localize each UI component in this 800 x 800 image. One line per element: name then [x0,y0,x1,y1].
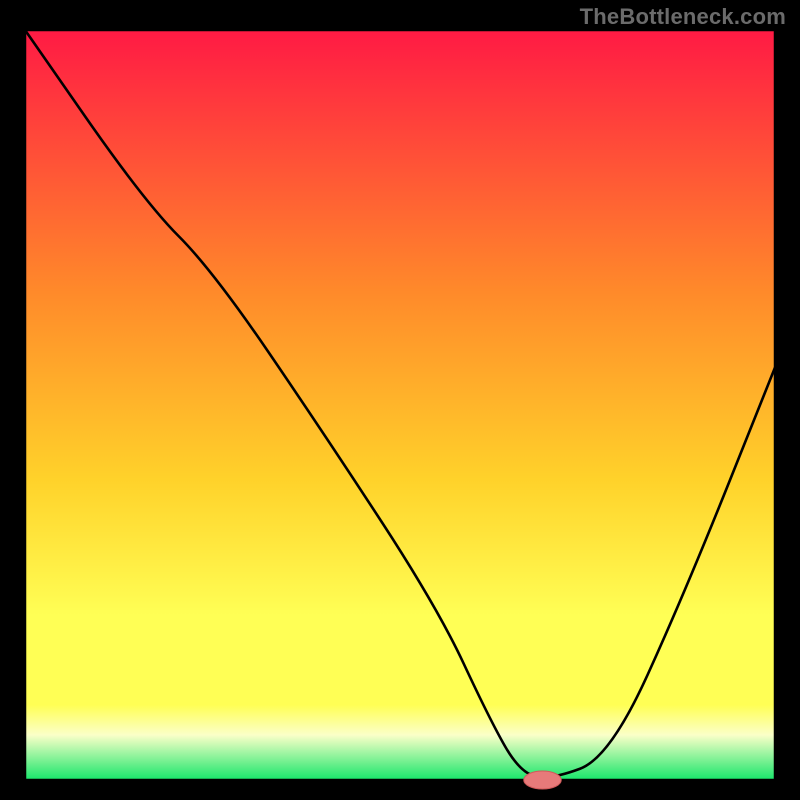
plot-background [25,30,775,780]
bottleneck-chart [0,0,800,800]
watermark-text: TheBottleneck.com [580,4,786,30]
optimal-point-marker [524,771,562,789]
chart-container: { "watermark": "TheBottleneck.com", "col… [0,0,800,800]
